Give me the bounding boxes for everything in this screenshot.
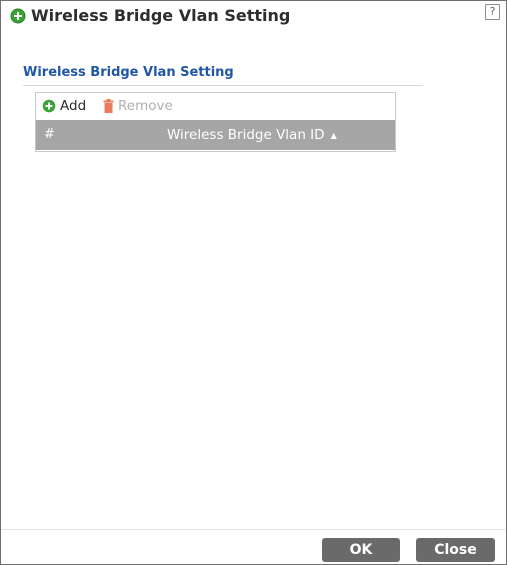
section-divider xyxy=(23,85,423,86)
column-header-vlan-id-label: Wireless Bridge Vlan ID xyxy=(167,127,325,143)
add-label: Add xyxy=(60,98,87,114)
column-header-index[interactable]: # xyxy=(44,127,55,142)
table-header: # Wireless Bridge Vlan ID ▲ xyxy=(36,120,395,150)
column-header-vlan-id[interactable]: Wireless Bridge Vlan ID ▲ xyxy=(167,127,337,143)
remove-label: Remove xyxy=(118,98,173,114)
dialog: Wireless Bridge Vlan Setting ? Wireless … xyxy=(0,0,507,565)
footer-divider xyxy=(1,529,506,530)
close-button[interactable]: Close xyxy=(416,538,495,562)
vlan-table: Add Remove # Wireless Bridge Vlan ID ▲ xyxy=(35,92,396,152)
help-button[interactable]: ? xyxy=(485,4,500,20)
trash-icon xyxy=(103,99,118,113)
table-toolbar: Add Remove xyxy=(36,93,395,119)
add-icon xyxy=(42,99,60,113)
ok-button[interactable]: OK xyxy=(322,538,400,562)
remove-button[interactable]: Remove xyxy=(103,97,173,115)
add-button[interactable]: Add xyxy=(42,97,86,115)
sort-ascending-icon: ▲ xyxy=(330,130,337,140)
section-title: Wireless Bridge Vlan Setting xyxy=(23,65,234,80)
dialog-title: Wireless Bridge Vlan Setting xyxy=(31,6,291,25)
dialog-title-bar: Wireless Bridge Vlan Setting ? xyxy=(1,1,506,31)
add-circle-icon xyxy=(10,8,26,24)
